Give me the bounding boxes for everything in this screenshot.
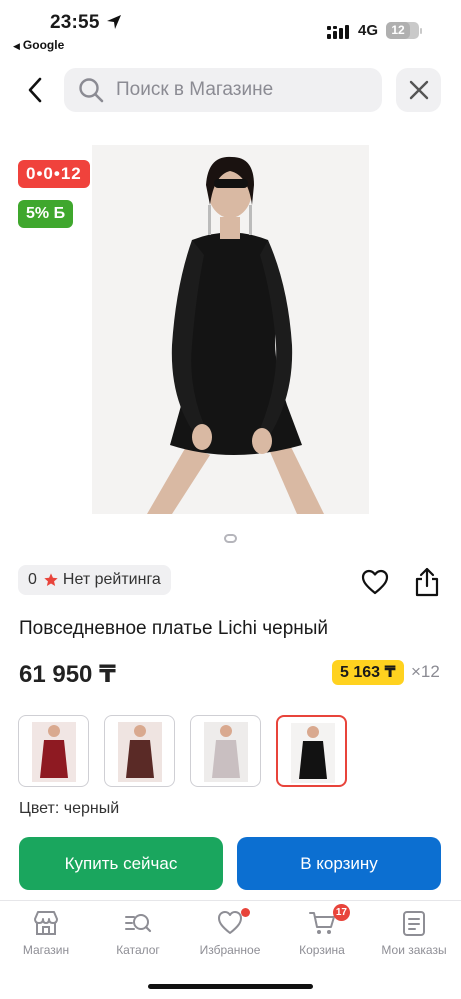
tab-favorites-label: Избранное [199,943,261,957]
dress-model-illustration [92,145,369,514]
orders-icon [403,911,425,936]
back-app-label: Google [22,38,65,52]
close-search-button[interactable] [396,68,441,112]
tab-catalog-label: Каталог [116,943,160,957]
burgundy-dress-thumbnail-icon [118,722,162,782]
variant-thumb-black-dress[interactable] [276,715,347,787]
status-bar: 23:55 ◀ Google 4G 12 [0,0,461,56]
variant-thumb-silver-dress[interactable] [190,715,261,787]
battery-level: 12 [386,22,410,39]
heart-icon [218,911,242,934]
tab-cart-label: Корзина [299,943,345,957]
home-indicator[interactable] [148,984,313,989]
search-input[interactable]: Поиск в Магазине [64,68,382,112]
product-image[interactable] [92,145,369,514]
favorites-notification-dot [241,908,250,917]
tab-cart[interactable]: 17 Корзина [276,904,368,957]
back-button[interactable] [20,72,50,108]
add-to-cart-button[interactable]: В корзину [237,837,441,890]
product-title: Повседневное платье Lichi черный [19,618,329,639]
favorite-heart-icon[interactable] [361,569,389,595]
color-label: Цвет: черный [19,800,120,817]
search-placeholder: Поиск в Магазине [116,79,274,100]
silver-dress-thumbnail-icon [204,722,248,782]
search-icon [79,78,104,103]
back-triangle-icon: ◀ [13,41,20,51]
variant-thumb-burgundy-dress[interactable] [104,715,175,787]
tab-catalog[interactable]: Каталог [92,909,184,957]
rating-count: 0 [28,571,37,588]
status-time: 23:55 [50,12,100,33]
installment-badge: 0•0•12 [18,160,90,188]
black-dress-thumbnail-icon [291,723,335,783]
installment-months: ×12 [411,662,440,681]
network-type: 4G [358,22,379,39]
product-price: 61 950 ₸ [19,661,116,688]
rating-badge[interactable]: 0 Нет рейтинга [18,565,171,595]
close-icon [409,80,428,100]
variant-thumb-red-dress[interactable] [18,715,89,787]
store-icon [34,911,58,935]
star-icon [44,573,58,586]
rating-text: Нет рейтинга [62,571,161,588]
battery-icon: 12 [386,22,422,39]
share-icon[interactable] [414,567,440,597]
bonus-badge: 5% Б [18,200,74,228]
installment-price-badge: 5 163 ₸ [332,660,404,685]
tab-store[interactable]: Магазин [0,909,92,957]
location-arrow-icon [107,15,121,29]
red-dress-thumbnail-icon [32,722,76,782]
tab-orders[interactable]: Мои заказы [368,909,460,957]
cart-icon [309,912,335,934]
catalog-search-icon [125,914,152,933]
cart-count-badge: 17 [332,904,350,921]
back-to-app-link[interactable]: ◀ Google [13,38,64,52]
chevron-left-icon [28,77,42,103]
tab-orders-label: Мои заказы [381,943,447,957]
tab-favorites[interactable]: Избранное [184,908,276,957]
buy-now-button[interactable]: Купить сейчас [19,837,223,890]
signal-icon [327,25,349,39]
tab-store-label: Магазин [22,943,70,957]
image-pagination-dot [224,534,237,543]
